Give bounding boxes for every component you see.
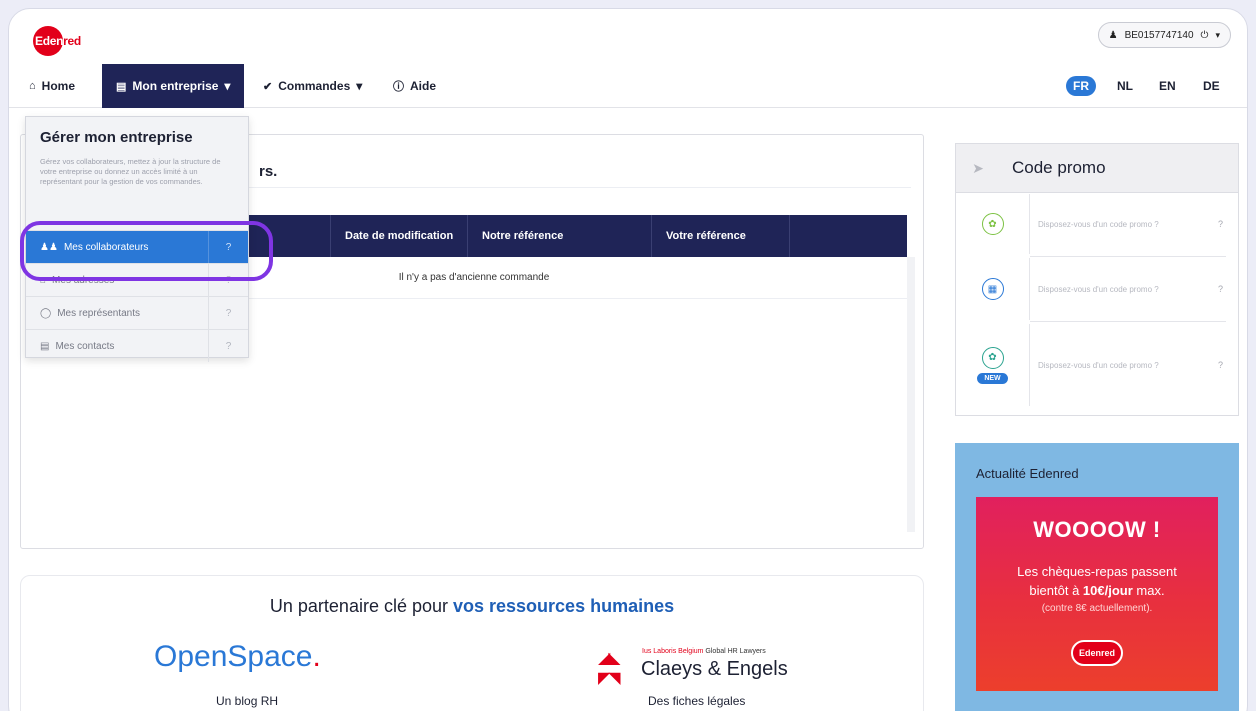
claeys-engels-logo-mark: ◢◣ ◤◥ bbox=[598, 650, 621, 687]
panel-title: rs. bbox=[259, 163, 278, 180]
column-header-date[interactable]: Date de modification bbox=[331, 215, 468, 257]
nav-home[interactable]: ⌂ Home bbox=[29, 64, 75, 108]
help-icon[interactable]: ? bbox=[208, 297, 248, 329]
gift-icon: ▦ bbox=[981, 278, 1004, 300]
scrollbar[interactable] bbox=[907, 257, 915, 532]
promo-item-text: Disposez-vous d'un code promo ? bbox=[1038, 360, 1159, 370]
claeys-engels-caption[interactable]: Des fiches légales bbox=[648, 694, 745, 708]
claeys-engels-tagline: Ius Laboris Belgium Global HR Lawyers bbox=[642, 648, 766, 655]
nav-help-label: Aide bbox=[410, 79, 437, 93]
power-icon[interactable]: ⏻ bbox=[1201, 30, 1209, 41]
nav-commandes[interactable]: ✔ Commandes ▾ bbox=[263, 64, 362, 108]
dropdown-item-label: Mes représentants bbox=[57, 307, 141, 319]
claeys-engels-logo[interactable]: Claeys & Engels bbox=[641, 658, 788, 681]
home-icon: ⌂ bbox=[29, 80, 36, 92]
nav-company-label: Mon entreprise bbox=[132, 79, 219, 93]
lang-fr[interactable]: FR bbox=[1066, 76, 1096, 96]
tag-icon: ➤ bbox=[972, 159, 984, 176]
lang-nl[interactable]: NL bbox=[1117, 76, 1133, 96]
dropdown-item-contacts[interactable]: ▤ Mes contacts ? bbox=[26, 329, 248, 362]
banner-headline: WOOOOW ! bbox=[1033, 517, 1161, 542]
help-icon[interactable]: ? bbox=[208, 330, 248, 362]
help-icon[interactable]: ? bbox=[1218, 360, 1240, 370]
nav-mon-entreprise[interactable]: ▤ Mon entreprise ▾ bbox=[102, 64, 245, 108]
banner-edenred-logo: Edenred bbox=[1071, 640, 1123, 666]
edenred-logo-text: Edenred bbox=[35, 34, 81, 48]
banner-line-3: (contre 8€ actuellement). bbox=[1041, 603, 1153, 614]
news-banner[interactable]: WOOOOW ! Les chèques-repas passent bient… bbox=[976, 497, 1218, 691]
main-navbar: ⌂ Home ▤ Mon entreprise ▾ ✔ Commandes ▾ … bbox=[9, 64, 1247, 108]
promo-item[interactable]: ✿ Disposez-vous d'un code promo ? ? bbox=[956, 194, 1240, 254]
new-badge: NEW bbox=[977, 372, 1008, 384]
banner-line-2: bientôt à 10€/jour max. bbox=[1029, 583, 1165, 598]
help-icon[interactable]: ? bbox=[1218, 219, 1240, 229]
openspace-logo[interactable]: OpenSpace. bbox=[154, 640, 321, 674]
divider bbox=[1030, 321, 1226, 322]
lang-de[interactable]: DE bbox=[1203, 76, 1220, 96]
promo-title: Code promo bbox=[1012, 158, 1106, 177]
user-icon: ♟ bbox=[1108, 29, 1118, 41]
partners-title: Un partenaire clé pour vos ressources hu… bbox=[269, 596, 675, 616]
promo-item-text: Disposez-vous d'un code promo ? bbox=[1038, 219, 1159, 229]
promo-code-box: ➤ Code promo ✿ Disposez-vous d'un code p… bbox=[955, 143, 1239, 416]
info-icon: ⓘ bbox=[393, 81, 404, 93]
lang-en[interactable]: EN bbox=[1159, 76, 1176, 96]
user-icon: ◯ bbox=[40, 307, 52, 319]
partners-box: Un partenaire clé pour vos ressources hu… bbox=[20, 575, 924, 711]
promo-item[interactable]: ✿ NEW Disposez-vous d'un code promo ? ? bbox=[956, 324, 1240, 406]
contact-card-icon: ▤ bbox=[40, 340, 50, 352]
account-menu[interactable]: ♟ BE0157747140 ⏻ ▾ bbox=[1097, 22, 1231, 48]
dropdown-description: Gérez vos collaborateurs, mettez à jour … bbox=[40, 157, 221, 186]
chevron-down-icon: ▾ bbox=[224, 79, 231, 93]
dropdown-item-representants[interactable]: ◯ Mes représentants ? bbox=[26, 296, 248, 329]
browser-frame: Edenred ♟ BE0157747140 ⏻ ▾ ⌂ Home ▤ Mon … bbox=[8, 8, 1248, 711]
nav-home-label: Home bbox=[41, 79, 75, 93]
chevron-down-icon[interactable]: ▾ bbox=[1215, 30, 1220, 41]
dropdown-title: Gérer mon entreprise bbox=[40, 129, 193, 146]
column-header-actions bbox=[790, 215, 907, 257]
banner-line-1: Les chèques-repas passent bbox=[1017, 564, 1177, 579]
openspace-caption[interactable]: Un blog RH bbox=[216, 694, 278, 708]
chevron-down-icon: ▾ bbox=[356, 79, 363, 93]
leaf-card-icon: ✿ bbox=[981, 346, 1004, 369]
nav-aide[interactable]: ⓘ Aide bbox=[393, 64, 436, 108]
divider bbox=[1030, 256, 1226, 257]
promo-item[interactable]: ▦ Disposez-vous d'un code promo ? ? bbox=[956, 258, 1240, 320]
news-title: Actualité Edenred bbox=[976, 466, 1079, 481]
promo-item-text: Disposez-vous d'un code promo ? bbox=[1038, 284, 1159, 294]
dropdown-item-label: Mes contacts bbox=[55, 340, 115, 352]
account-id: BE0157747140 bbox=[1124, 29, 1194, 41]
column-header-our-ref[interactable]: Notre référence bbox=[468, 215, 652, 257]
building-icon: ▤ bbox=[116, 80, 127, 93]
help-icon[interactable]: ? bbox=[1218, 284, 1240, 294]
news-box: Actualité Edenred WOOOOW ! Les chèques-r… bbox=[955, 443, 1239, 711]
column-header-your-ref[interactable]: Votre référence bbox=[652, 215, 790, 257]
nav-orders-label: Commandes bbox=[278, 79, 351, 93]
check-circle-icon: ✔ bbox=[263, 80, 273, 93]
leaf-icon: ✿ bbox=[981, 213, 1004, 235]
highlight-annotation bbox=[20, 221, 273, 281]
